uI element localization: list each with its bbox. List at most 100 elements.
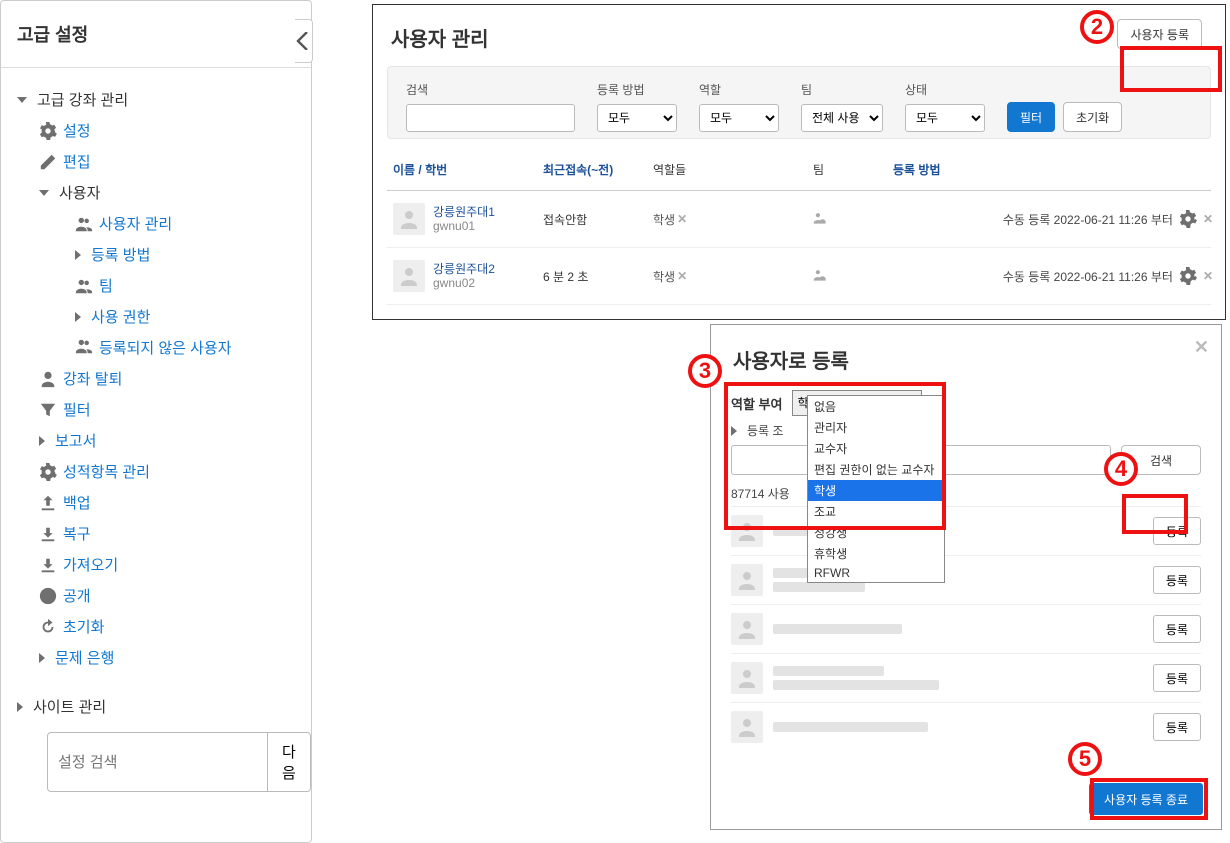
modal-role-dropdown: 없음 관리자 교수자 편집 권한이 없는 교수자 학생 조교 청강생 휴학생 R… bbox=[807, 395, 945, 583]
sidebar-item-unenroll-course[interactable]: 강좌 탈퇴 bbox=[39, 363, 303, 394]
col-name[interactable]: 이름 / 학번 bbox=[393, 161, 543, 178]
caret-down-icon bbox=[39, 186, 53, 200]
unenroll-icon[interactable]: ✕ bbox=[1203, 212, 1213, 226]
remove-role-icon[interactable]: ✕ bbox=[677, 269, 687, 283]
gear-icon[interactable] bbox=[1179, 267, 1197, 285]
enroll-row-button[interactable]: 등록 bbox=[1153, 566, 1201, 594]
enroll-user-button[interactable]: 사용자 등록 bbox=[1117, 19, 1202, 49]
col-roles: 역할들 bbox=[653, 161, 813, 178]
sidebar-root-course[interactable]: 고급 강좌 관리 bbox=[17, 84, 303, 115]
gear-icon bbox=[39, 122, 57, 140]
sidebar-item-backup[interactable]: 백업 bbox=[39, 487, 303, 518]
filter-team-select[interactable]: 전체 사용 bbox=[801, 104, 883, 132]
role-option[interactable]: 편집 권한이 없는 교수자 bbox=[808, 459, 944, 480]
sidebar-item-publish[interactable]: 공개 bbox=[39, 580, 303, 611]
sidebar-item-settings[interactable]: 설정 bbox=[39, 115, 303, 146]
role-option[interactable]: 휴학생 bbox=[808, 543, 944, 564]
unenroll-icon[interactable]: ✕ bbox=[1203, 269, 1213, 283]
upload-icon bbox=[39, 494, 57, 512]
sidebar-tree: 고급 강좌 관리 설정 편집 사용자 사용자 관리 bbox=[1, 68, 311, 822]
modal-enroll-cond[interactable]: 등록 조 bbox=[747, 422, 783, 439]
chevron-left-icon bbox=[295, 32, 313, 50]
filter-team-label: 팀 bbox=[801, 81, 883, 98]
list-item: 등록 bbox=[731, 555, 1201, 604]
modal-search-button[interactable]: 검색 bbox=[1121, 445, 1201, 475]
modal-result-count: 87714 사용 bbox=[731, 485, 1201, 502]
enroll-row-button[interactable]: 등록 bbox=[1153, 664, 1201, 692]
avatar bbox=[731, 564, 763, 596]
main-panel: 사용자 관리 사용자 등록 검색 등록 방법 모두 역할 모두 팀 전체 사용 … bbox=[372, 4, 1226, 320]
col-method[interactable]: 등록 방법 bbox=[893, 161, 1213, 178]
refresh-icon bbox=[39, 618, 57, 636]
sidebar-item-unenrolled-users[interactable]: 등록되지 않은 사용자 bbox=[75, 332, 303, 363]
cell-method: 수동 등록 2022-06-21 11:26 부터 bbox=[1003, 268, 1173, 285]
sidebar-panel: 고급 설정 고급 강좌 관리 설정 편집 사용자 bbox=[0, 0, 312, 843]
sidebar-item-import[interactable]: 가져오기 bbox=[39, 549, 303, 580]
sidebar-item-permission[interactable]: 사용 권한 bbox=[75, 301, 303, 332]
sidebar-collapse-handle[interactable] bbox=[295, 19, 313, 63]
sidebar-item-site-admin[interactable]: 사이트 관리 bbox=[17, 691, 303, 722]
add-team-button[interactable] bbox=[813, 211, 893, 228]
role-option[interactable]: 학생 bbox=[808, 480, 944, 501]
page-title: 사용자 관리 bbox=[391, 23, 489, 52]
remove-role-icon[interactable]: ✕ bbox=[677, 212, 687, 226]
filter-search-label: 검색 bbox=[406, 81, 575, 98]
col-lastaccess[interactable]: 최근접속(~전) bbox=[543, 161, 653, 178]
globe-icon bbox=[39, 587, 57, 605]
sidebar-item-filter[interactable]: 필터 bbox=[39, 394, 303, 425]
sidebar-item-user-manage[interactable]: 사용자 관리 bbox=[75, 208, 303, 239]
enroll-row-button[interactable]: 등록 bbox=[1153, 517, 1201, 545]
modal-role-label: 역할 부여 bbox=[731, 394, 782, 413]
triangle-icon bbox=[75, 312, 81, 322]
filter-search-input[interactable] bbox=[406, 104, 575, 132]
enroll-row-button[interactable]: 등록 bbox=[1153, 615, 1201, 643]
cell-role: 학생 bbox=[653, 268, 675, 285]
sidebar-item-restore[interactable]: 복구 bbox=[39, 518, 303, 549]
settings-search-button[interactable]: 다음 bbox=[267, 732, 311, 792]
user-name-link[interactable]: 강릉원주대2 bbox=[433, 262, 495, 276]
sidebar-item-question-bank[interactable]: 문제 은행 bbox=[39, 642, 303, 673]
role-option[interactable]: RFWR bbox=[808, 564, 944, 582]
role-option[interactable]: 관리자 bbox=[808, 417, 944, 438]
filter-status-select[interactable]: 모두 bbox=[905, 104, 985, 132]
role-option[interactable]: 교수자 bbox=[808, 438, 944, 459]
triangle-icon bbox=[731, 426, 737, 436]
cell-method: 수동 등록 2022-06-21 11:26 부터 bbox=[1003, 211, 1173, 228]
modal-title: 사용자로 등록 bbox=[733, 345, 1201, 374]
avatar bbox=[731, 613, 763, 645]
gear-icon[interactable] bbox=[1179, 210, 1197, 228]
table-row: 강릉원주대2 gwnu02 6 분 2 초 학생 ✕ 수동 등록 2022-06… bbox=[387, 248, 1211, 305]
triangle-icon bbox=[39, 436, 45, 446]
filter-apply-button[interactable]: 필터 bbox=[1007, 102, 1055, 132]
cell-lastaccess: 6 분 2 초 bbox=[543, 268, 653, 285]
user-name-link[interactable]: 강릉원주대1 bbox=[433, 205, 495, 219]
settings-search-input[interactable] bbox=[47, 732, 267, 792]
sidebar-item-users-parent[interactable]: 사용자 bbox=[39, 177, 303, 208]
download-icon bbox=[39, 556, 57, 574]
triangle-icon bbox=[39, 653, 45, 663]
role-option[interactable]: 조교 bbox=[808, 501, 944, 522]
table-header: 이름 / 학번 최근접속(~전) 역할들 팀 등록 방법 bbox=[387, 149, 1211, 191]
avatar bbox=[731, 662, 763, 694]
sidebar-item-report[interactable]: 보고서 bbox=[39, 425, 303, 456]
enroll-done-button[interactable]: 사용자 등록 종료 bbox=[1089, 783, 1203, 815]
sidebar-item-reset[interactable]: 초기화 bbox=[39, 611, 303, 642]
sidebar-item-edit[interactable]: 편집 bbox=[39, 146, 303, 177]
filter-reset-button[interactable]: 초기화 bbox=[1063, 102, 1122, 132]
enroll-row-button[interactable]: 등록 bbox=[1153, 713, 1201, 741]
users-icon bbox=[75, 277, 93, 295]
role-option[interactable]: 없음 bbox=[808, 396, 944, 417]
sidebar-item-team[interactable]: 팀 bbox=[75, 270, 303, 301]
add-team-button[interactable] bbox=[813, 268, 893, 285]
close-icon[interactable]: ✕ bbox=[1194, 337, 1209, 358]
sidebar-item-grades[interactable]: 성적항목 관리 bbox=[39, 456, 303, 487]
filter-method-select[interactable]: 모두 bbox=[597, 104, 677, 132]
avatar bbox=[393, 260, 425, 292]
role-option[interactable]: 청강생 bbox=[808, 522, 944, 543]
enroll-modal: ✕ 사용자로 등록 역할 부여 학생 등록 조 없음 관리자 교수자 편집 권한… bbox=[710, 324, 1222, 830]
table-row: 강릉원주대1 gwnu01 접속안함 학생 ✕ 수동 등록 2022-06-21… bbox=[387, 191, 1211, 248]
filter-role-select[interactable]: 모두 bbox=[699, 104, 779, 132]
user-id: gwnu02 bbox=[433, 276, 495, 290]
avatar bbox=[731, 515, 763, 547]
sidebar-item-enroll-method[interactable]: 등록 방법 bbox=[75, 239, 303, 270]
